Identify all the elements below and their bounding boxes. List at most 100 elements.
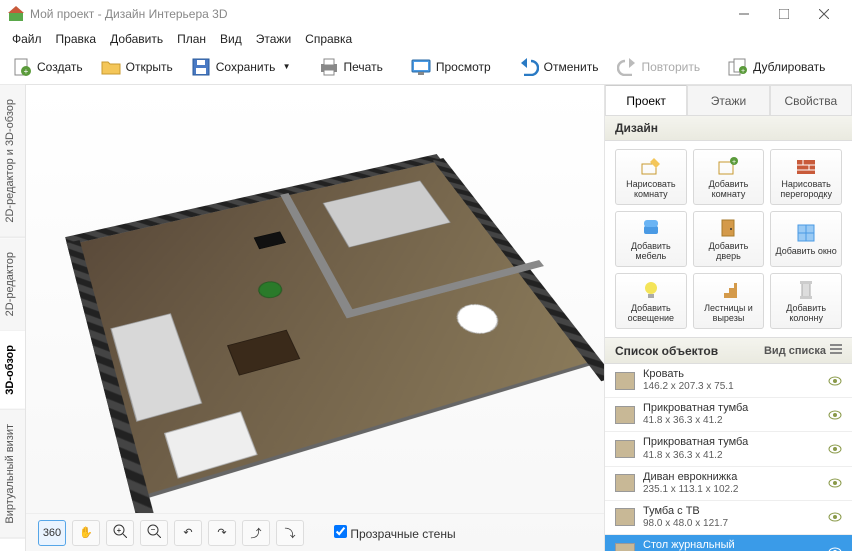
- object-list-item[interactable]: Прикроватная тумба41.8 x 36.3 x 41.2: [605, 398, 852, 432]
- list-icon: [830, 343, 842, 358]
- add-furniture-button[interactable]: Добавить мебель: [615, 211, 687, 267]
- add-room-button[interactable]: +Добавить комнату: [693, 149, 765, 205]
- draw-partition-button[interactable]: Нарисовать перегородку: [770, 149, 842, 205]
- rotate-left-icon: ↶: [183, 526, 192, 539]
- tab-floors[interactable]: Этажи: [687, 85, 769, 115]
- object-thumbnail: [615, 406, 635, 424]
- zoom-in-tool[interactable]: +: [106, 520, 134, 546]
- maximize-button[interactable]: [764, 0, 804, 28]
- object-name: Кровать: [643, 368, 820, 381]
- svg-text:+: +: [732, 159, 736, 166]
- redo-icon: [617, 58, 637, 76]
- window-icon: [795, 223, 817, 243]
- view-mode-tabs: 2D-редактор и 3D-обзор 2D-редактор 3D-об…: [0, 85, 26, 551]
- object-list: Кровать146.2 x 207.3 x 75.1 Прикроватная …: [605, 364, 852, 551]
- stairs-cutouts-button[interactable]: Лестницы и вырезы: [693, 273, 765, 329]
- list-view-toggle[interactable]: Вид списка: [764, 343, 842, 358]
- visibility-eye-icon[interactable]: [828, 410, 842, 420]
- object-dimensions: 98.0 x 48.0 x 121.7: [643, 518, 820, 530]
- pencil-room-icon: [640, 156, 662, 176]
- menu-floors[interactable]: Этажи: [250, 30, 297, 48]
- vtab-3d[interactable]: 3D-обзор: [0, 331, 25, 410]
- door-icon: [717, 218, 739, 238]
- save-button[interactable]: Сохранить ▼: [187, 56, 295, 78]
- undo-icon: [519, 58, 539, 76]
- object-name: Диван еврокнижка: [643, 471, 820, 484]
- menu-help[interactable]: Справка: [299, 30, 358, 48]
- window-title: Мой проект - Дизайн Интерьера 3D: [30, 7, 724, 21]
- menu-plan[interactable]: План: [171, 30, 212, 48]
- add-column-button[interactable]: Добавить колонну: [770, 273, 842, 329]
- object-info: Диван еврокнижка235.1 x 113.1 x 102.2: [643, 471, 820, 496]
- svg-text:+: +: [117, 526, 122, 535]
- rotate-right-tool[interactable]: ↷: [208, 520, 236, 546]
- save-icon: [191, 58, 211, 76]
- object-list-item[interactable]: Тумба с ТВ98.0 x 48.0 x 121.7: [605, 501, 852, 535]
- open-button[interactable]: Открыть: [97, 56, 177, 78]
- object-thumbnail: [615, 440, 635, 458]
- object-list-item[interactable]: Диван еврокнижка235.1 x 113.1 x 102.2: [605, 467, 852, 501]
- object-list-item[interactable]: Стол журнальный80.4 x 80.1 x 30.3: [605, 535, 852, 551]
- object-name: Прикроватная тумба: [643, 436, 820, 449]
- visibility-eye-icon[interactable]: [828, 376, 842, 386]
- object-name: Стол журнальный: [643, 539, 820, 551]
- visibility-eye-icon[interactable]: [828, 512, 842, 522]
- view-tools: 360 ✋ + − ↶ ↷ ⤴ ⤵ Прозрачные стены: [26, 513, 604, 551]
- viewport-3d: 360 ✋ + − ↶ ↷ ⤴ ⤵ Прозрачные стены: [26, 85, 604, 551]
- canvas-3d[interactable]: [26, 85, 604, 513]
- zoom-out-tool[interactable]: −: [140, 520, 168, 546]
- zoom-in-icon: +: [113, 524, 127, 541]
- draw-room-button[interactable]: Нарисовать комнату: [615, 149, 687, 205]
- object-info: Тумба с ТВ98.0 x 48.0 x 121.7: [643, 505, 820, 530]
- bulb-icon: [640, 280, 662, 300]
- vtab-2d[interactable]: 2D-редактор: [0, 238, 25, 331]
- object-thumbnail: [615, 474, 635, 492]
- svg-text:−: −: [151, 525, 156, 534]
- new-file-icon: +: [12, 58, 32, 76]
- add-room-icon: +: [717, 156, 739, 176]
- undo-button[interactable]: Отменить: [515, 56, 603, 78]
- menu-edit[interactable]: Правка: [50, 30, 103, 48]
- hand-icon: ✋: [79, 526, 93, 539]
- menu-file[interactable]: Файл: [6, 30, 48, 48]
- object-info: Кровать146.2 x 207.3 x 75.1: [643, 368, 820, 393]
- tilt-up-tool[interactable]: ⤴: [242, 520, 270, 546]
- menu-add[interactable]: Добавить: [104, 30, 169, 48]
- object-thumbnail: [615, 543, 635, 551]
- visibility-eye-icon[interactable]: [828, 478, 842, 488]
- transparent-walls-checkbox[interactable]: Прозрачные стены: [334, 525, 456, 541]
- redo-button[interactable]: Повторить: [613, 56, 705, 78]
- create-button[interactable]: + Создать: [8, 56, 87, 78]
- add-lighting-button[interactable]: Добавить освещение: [615, 273, 687, 329]
- pan-tool[interactable]: ✋: [72, 520, 100, 546]
- object-dimensions: 146.2 x 207.3 x 75.1: [643, 381, 820, 393]
- orbit-tool[interactable]: 360: [38, 520, 66, 546]
- chair-icon: [640, 218, 662, 238]
- visibility-eye-icon[interactable]: [828, 444, 842, 454]
- object-list-item[interactable]: Кровать146.2 x 207.3 x 75.1: [605, 364, 852, 398]
- add-door-button[interactable]: Добавить дверь: [693, 211, 765, 267]
- rotate-left-tool[interactable]: ↶: [174, 520, 202, 546]
- svg-text:+: +: [24, 67, 29, 76]
- close-button[interactable]: [804, 0, 844, 28]
- object-list-item[interactable]: Прикроватная тумба41.8 x 36.3 x 41.2: [605, 432, 852, 466]
- visibility-eye-icon[interactable]: [828, 547, 842, 551]
- minimize-button[interactable]: [724, 0, 764, 28]
- folder-open-icon: [101, 58, 121, 76]
- objects-section-header: Список объектов Вид списка: [605, 337, 852, 364]
- menu-view[interactable]: Вид: [214, 30, 248, 48]
- menubar: Файл Правка Добавить План Вид Этажи Спра…: [0, 28, 852, 49]
- tab-project[interactable]: Проект: [605, 85, 687, 115]
- print-button[interactable]: Печать: [315, 56, 387, 78]
- printer-icon: [319, 58, 339, 76]
- tilt-down-tool[interactable]: ⤵: [276, 520, 304, 546]
- tab-properties[interactable]: Свойства: [770, 85, 852, 115]
- titlebar: Мой проект - Дизайн Интерьера 3D: [0, 0, 852, 28]
- object-name: Тумба с ТВ: [643, 505, 820, 518]
- vtab-virtual[interactable]: Виртуальный визит: [0, 410, 25, 539]
- duplicate-button[interactable]: + Дублировать: [724, 56, 829, 78]
- preview-button[interactable]: Просмотр: [407, 56, 495, 78]
- object-info: Прикроватная тумба41.8 x 36.3 x 41.2: [643, 402, 820, 427]
- add-window-button[interactable]: Добавить окно: [770, 211, 842, 267]
- vtab-2d-3d[interactable]: 2D-редактор и 3D-обзор: [0, 85, 25, 238]
